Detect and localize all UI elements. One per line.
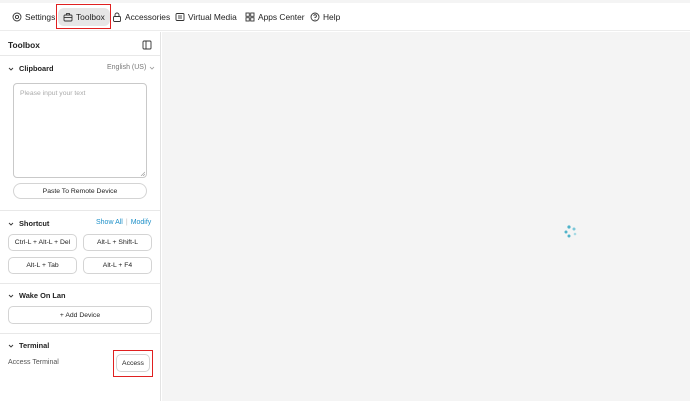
menu-settings-label: Settings xyxy=(25,12,56,22)
sidebar-collapse-icon[interactable] xyxy=(142,40,152,50)
shortcut-title: Shortcut xyxy=(19,219,50,228)
menu-accessories[interactable]: Accessories xyxy=(112,8,170,26)
toolbox-highlight-box xyxy=(56,4,111,29)
link-separator: | xyxy=(125,219,128,226)
apps-center-icon xyxy=(245,12,255,22)
paste-to-remote-button[interactable]: Paste To Remote Device xyxy=(13,183,147,199)
menu-accessories-label: Accessories xyxy=(125,12,171,22)
terminal-section-header[interactable]: Terminal xyxy=(8,341,49,350)
chevron-down-icon xyxy=(8,222,14,226)
shortcut-alt-f4-button[interactable]: Alt-L + F4 xyxy=(83,257,152,274)
shortcut-alt-tab-button[interactable]: Alt-L + Tab xyxy=(8,257,77,274)
shortcut-alt-shift-button[interactable]: Alt-L + Shift-L xyxy=(83,234,152,251)
clipboard-section-header[interactable]: Clipboard xyxy=(8,64,54,73)
terminal-title: Terminal xyxy=(19,341,50,350)
access-terminal-label: Access Terminal xyxy=(8,359,59,366)
sidebar-title: Toolbox xyxy=(8,40,40,50)
clipboard-language-select[interactable]: English (US) xyxy=(107,64,155,71)
shortcut-links: Show All | Modify xyxy=(96,219,151,226)
access-highlight-box xyxy=(113,350,153,377)
divider xyxy=(0,210,160,211)
menu-help[interactable]: Help xyxy=(310,8,340,26)
clipboard-title: Clipboard xyxy=(19,64,54,73)
divider xyxy=(0,55,160,56)
modify-link[interactable]: Modify xyxy=(131,219,152,226)
resize-handle-icon[interactable] xyxy=(140,171,145,176)
shortcut-ctrl-alt-del-button[interactable]: Ctrl-L + Alt-L + Del xyxy=(8,234,77,251)
menu-virtual-media-label: Virtual Media xyxy=(188,12,237,22)
accessories-icon xyxy=(113,12,121,22)
loading-spinner-icon xyxy=(564,225,577,238)
clipboard-language-value: English (US) xyxy=(107,64,147,71)
menu-apps-center[interactable]: Apps Center xyxy=(245,8,305,26)
remote-screen-area[interactable] xyxy=(162,32,690,401)
clipboard-text-input[interactable]: Please input your text xyxy=(13,83,147,178)
chevron-down-icon xyxy=(150,66,155,70)
toolbox-sidebar: Toolbox Clipboard English (US) Please in… xyxy=(0,32,161,401)
wake-on-lan-section-header[interactable]: Wake On Lan xyxy=(8,291,66,300)
add-device-button[interactable]: + Add Device xyxy=(8,306,152,324)
menu-apps-center-label: Apps Center xyxy=(258,12,305,22)
divider xyxy=(0,333,160,334)
clipboard-placeholder: Please input your text xyxy=(20,90,86,97)
menu-settings[interactable]: Settings xyxy=(12,8,55,26)
show-all-link[interactable]: Show All xyxy=(96,219,123,226)
wake-on-lan-title: Wake On Lan xyxy=(19,291,66,300)
chevron-down-icon xyxy=(8,294,14,298)
chevron-down-icon xyxy=(8,344,14,348)
help-icon xyxy=(310,12,320,22)
chevron-down-icon xyxy=(8,67,14,71)
divider xyxy=(0,283,160,284)
settings-icon xyxy=(12,12,22,22)
menu-help-label: Help xyxy=(323,12,341,22)
virtual-media-icon xyxy=(175,13,185,21)
menu-virtual-media[interactable]: Virtual Media xyxy=(175,8,237,26)
shortcut-section-header[interactable]: Shortcut xyxy=(8,219,49,228)
